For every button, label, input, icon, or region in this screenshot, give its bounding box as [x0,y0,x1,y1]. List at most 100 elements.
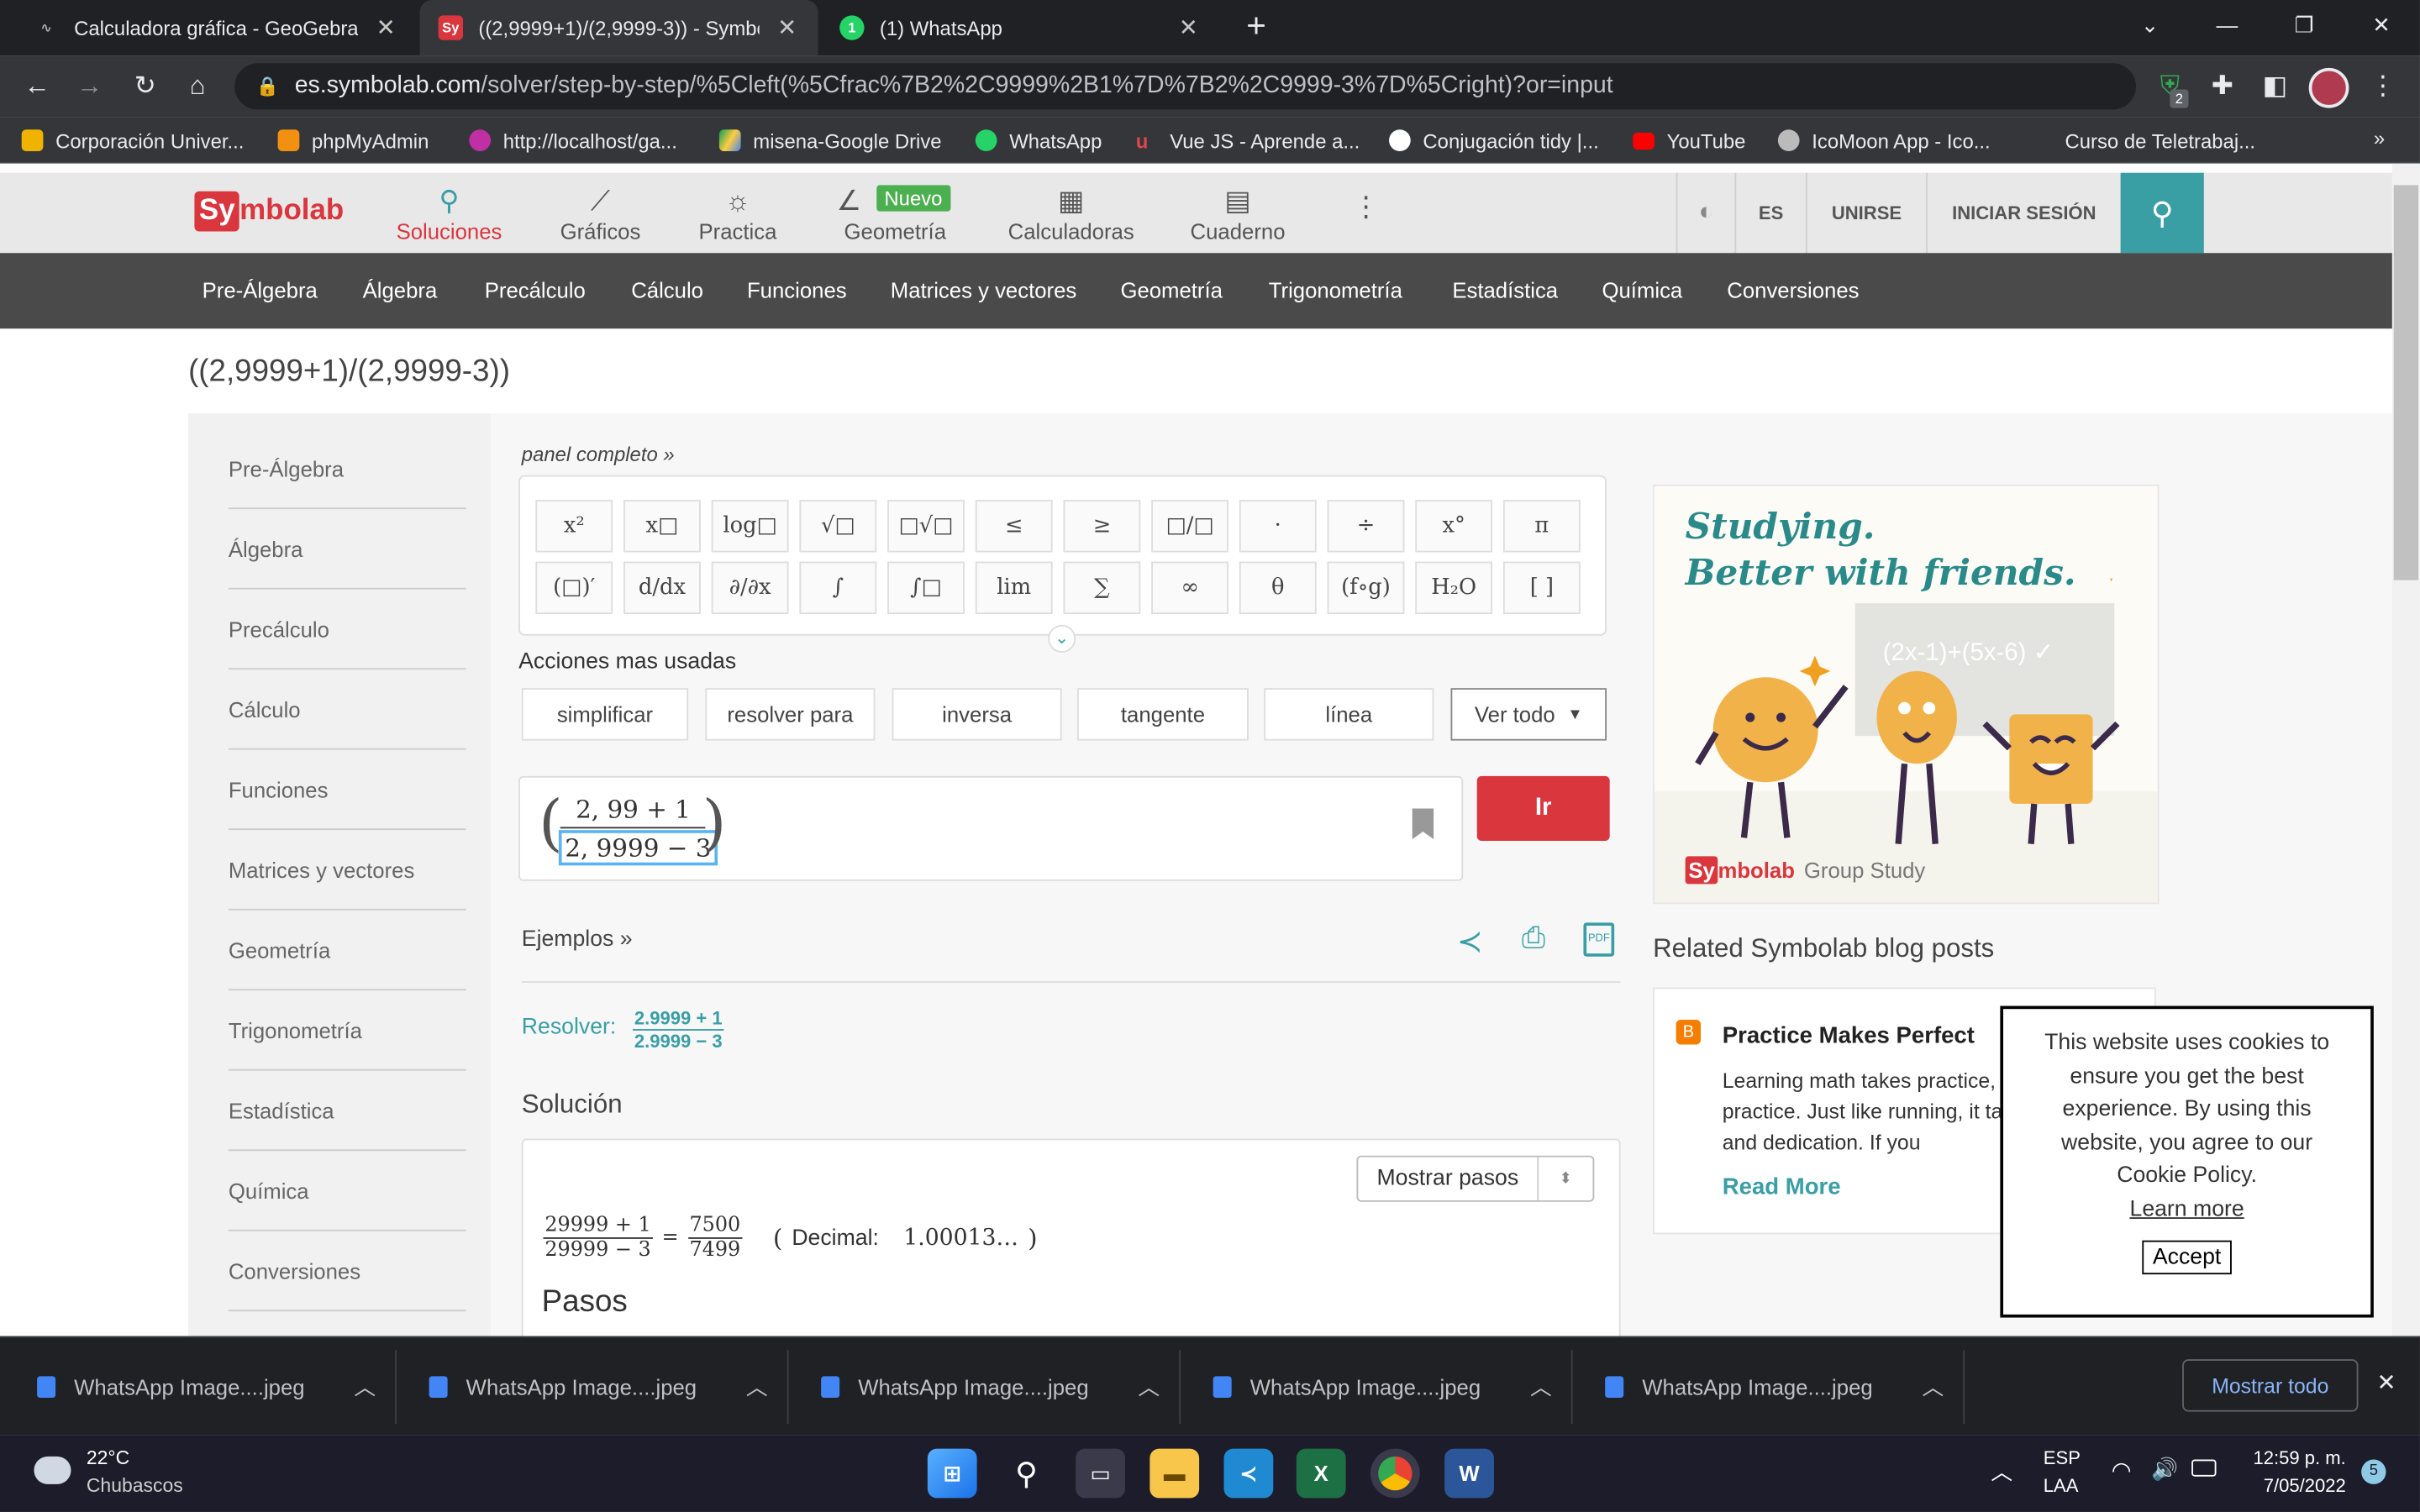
keypad-key[interactable]: x° [1415,500,1493,553]
sidebar-item-quimica[interactable]: Química [228,1151,466,1231]
page-scrollbar[interactable] [2391,163,2420,1336]
sidebar-item-calculo[interactable]: Cálculo [228,669,466,750]
keypad-key[interactable]: [ ] [1502,561,1581,615]
keypad-key[interactable]: ≤ [975,500,1053,553]
category-geometria[interactable]: Geometría [1120,278,1222,302]
sidebar-item-trigonometria[interactable]: Trigonometría [228,990,466,1071]
keypad-key[interactable]: ∫□ [887,561,965,615]
minimize-button[interactable]: — [2188,0,2265,50]
action-linea[interactable]: línea [1264,688,1434,741]
sidebar-item-funciones[interactable]: Funciones [228,750,466,831]
clock-time[interactable]: 12:59 p. m. [2235,1447,2345,1469]
clock-date[interactable]: 7/05/2022 [2235,1475,2346,1497]
download-item[interactable]: WhatsApp Image....jpeg ︿ [821,1368,1160,1405]
language-indicator-2[interactable]: LAA [2044,1475,2079,1497]
contrast-icon[interactable]: ◐ [1676,172,1735,254]
keypad-key[interactable]: log□ [711,500,789,553]
show-all-downloads-button[interactable]: Mostrar todo [2182,1359,2359,1412]
keypad-key[interactable]: d/dx [623,561,701,615]
symbolab-logo[interactable]: Sy mbolab [194,191,344,232]
chevron-up-icon[interactable]: ︿ [354,1372,376,1403]
task-view-icon[interactable]: ▭ [1076,1448,1125,1499]
sidebar-item-conversiones[interactable]: Conversiones [228,1231,466,1312]
category-algebra[interactable]: Álgebra [363,278,438,302]
forward-icon[interactable]: → [68,65,111,108]
math-input[interactable]: ( 2, 99 + 1 2, 9999 − 3 ) [518,775,1464,881]
bookmark-item[interactable]: Curso de Teletrabaj... [2065,127,2256,155]
keypad-key[interactable]: ∫ [799,561,877,615]
file-explorer-icon[interactable]: ▬ [1150,1448,1200,1499]
action-tangente[interactable]: tangente [1077,688,1249,741]
battery-icon[interactable] [2191,1459,2217,1477]
keypad-key[interactable]: H₂O [1415,561,1493,615]
wifi-icon[interactable]: ◠ [2112,1457,2132,1484]
nav-calculadoras[interactable]: ▦ Calculadoras [1003,185,1139,244]
bookmark-item[interactable]: u Vue JS - Aprende a... [1136,127,1360,155]
action-resolver-para[interactable]: resolver para [705,688,876,741]
tab-whatsapp[interactable]: 1 (1) WhatsApp ✕ [821,0,1219,55]
blog-post-title[interactable]: Practice Makes Perfect [1723,1023,1975,1049]
action-inversa[interactable]: inversa [892,688,1062,741]
sidebar-item-estadistica[interactable]: Estadística [228,1071,466,1152]
category-precalculo[interactable]: Precálculo [485,278,586,302]
action-simplificar[interactable]: simplificar [521,688,689,741]
login-button[interactable]: INICIAR SESIÓN [1926,172,2120,254]
menu-kebab-icon[interactable]: ⋮ [2361,65,2404,108]
bookmark-item[interactable]: misena-Google Drive [718,127,942,155]
download-item[interactable]: WhatsApp Image....jpeg ︿ [1605,1368,1944,1405]
keypad-key[interactable]: □√□ [887,500,965,553]
examples-link[interactable]: Ejemplos » [522,927,633,952]
weather-cloud-icon[interactable] [34,1456,71,1484]
keypad-key[interactable]: θ [1239,561,1317,615]
category-quimica[interactable]: Química [1602,278,1682,302]
taskbar-search-icon[interactable]: ⚲ [1002,1449,1051,1499]
window-close-button[interactable]: ✕ [2343,0,2420,50]
read-more-link[interactable]: Read More [1723,1174,1841,1200]
keypad-key[interactable]: ∞ [1151,561,1229,615]
more-menu-icon[interactable]: ⋮ [1352,192,1380,224]
bookmark-item[interactable]: Corporación Univer... [21,127,244,155]
pdf-icon[interactable]: PDF [1583,922,1615,957]
back-icon[interactable]: ← [15,65,58,108]
weather-temp[interactable]: 22°C [87,1447,129,1469]
tab-search-icon[interactable]: ⌄ [2112,0,2189,50]
language-button[interactable]: ES [1734,172,1805,254]
chevron-up-icon[interactable]: ︿ [1991,1457,2012,1488]
keypad-key[interactable]: □/□ [1151,500,1229,553]
download-item[interactable]: WhatsApp Image....jpeg ︿ [429,1368,768,1405]
excel-icon[interactable]: X [1296,1448,1346,1499]
join-button[interactable]: UNIRSE [1805,172,1926,254]
sidebar-item-matrices[interactable]: Matrices y vectores [228,830,466,911]
chevron-up-icon[interactable]: ︿ [1922,1372,1944,1403]
bookmark-item[interactable]: phpMyAdmin [277,127,429,155]
keypad-key[interactable]: ≥ [1063,500,1141,553]
sidebar-item-algebra[interactable]: Álgebra [228,509,466,590]
keypad-key[interactable]: π [1502,500,1581,553]
new-tab-button[interactable]: + [1234,6,1277,49]
close-icon[interactable]: ✕ [1176,14,1201,41]
reload-icon[interactable]: ↻ [124,65,166,108]
chevron-up-icon[interactable]: ︿ [1138,1372,1160,1403]
category-trigonometria[interactable]: Trigonometría [1269,278,1402,302]
tab-geogebra[interactable]: ∿ Calculadora gráfica - GeoGebra ✕ [15,0,417,55]
show-steps-button[interactable]: Mostrar pasos ⬍ [1356,1155,1595,1202]
word-icon[interactable]: W [1444,1448,1494,1499]
site-search-button[interactable]: ⚲ [2120,172,2204,254]
input-numerator[interactable]: 2, 99 + 1 [576,795,691,824]
side-panel-icon[interactable]: ◧ [2254,65,2296,108]
share-icon[interactable]: ≺ [1457,922,1483,961]
category-calculo[interactable]: Cálculo [631,278,703,302]
sidebar-item-pre-algebra[interactable]: Pre-Álgebra [228,429,466,510]
keypad-key[interactable]: √□ [799,500,877,553]
profile-avatar[interactable] [2308,67,2349,108]
keypad-key[interactable]: ∂/∂x [711,561,789,615]
category-pre-algebra[interactable]: Pre-Álgebra [203,278,318,302]
bookmark-item[interactable]: IcoMoon App - Ico... [1777,127,1991,155]
input-denominator[interactable]: 2, 9999 − 3 [558,830,718,866]
vscode-icon[interactable]: ≺ [1223,1448,1274,1499]
keypad-key[interactable]: · [1239,500,1317,553]
bookmark-item[interactable]: Conjugación tidy |... [1389,127,1599,155]
nav-practica[interactable]: ☼ Practica [688,185,787,244]
bookmark-item[interactable]: YouTube [1633,127,1745,155]
close-icon[interactable]: ✕ [2377,1368,2396,1396]
